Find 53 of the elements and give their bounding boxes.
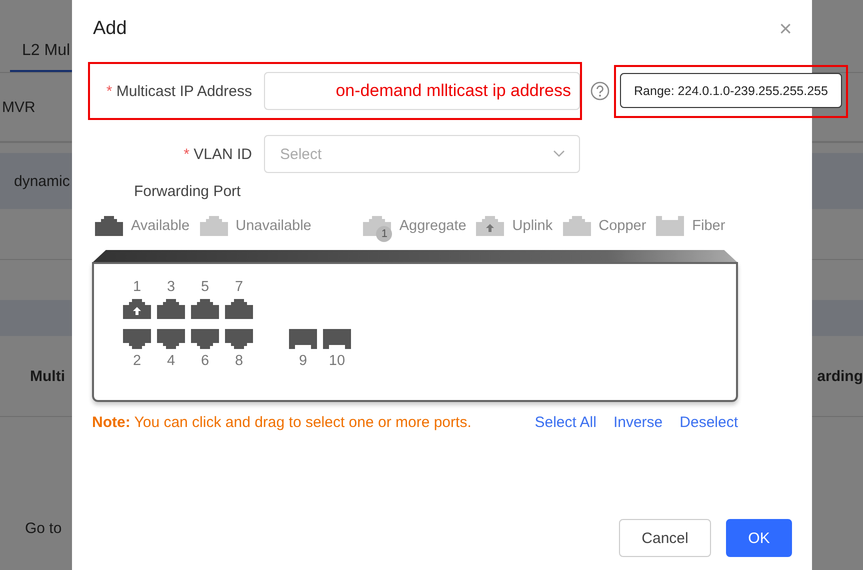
action-link[interactable]: Inverse [613, 414, 663, 431]
ethernet-port-icon[interactable] [123, 329, 151, 349]
ethernet-port-icon[interactable] [191, 329, 219, 349]
close-button[interactable]: × [779, 18, 792, 40]
legend-label: Copper [598, 218, 646, 234]
tooltip: Range: 224.0.1.0-239.255.255.255 [620, 73, 842, 108]
ethernet-port-icon[interactable] [191, 299, 219, 319]
port-number: 3 [166, 279, 176, 295]
legend-label: Unavailable [236, 218, 312, 234]
field-label: * VLAN ID [182, 146, 252, 162]
fiber-port-icon[interactable] [289, 329, 317, 349]
field-label: * Multicast IP Address [105, 82, 252, 100]
legend-label: Available [131, 218, 190, 234]
port-number: 9 [298, 353, 308, 369]
port-number: 5 [200, 279, 210, 295]
cancel-button[interactable]: Cancel [619, 519, 711, 557]
column-header: Multi [30, 368, 65, 384]
ethernet-port-icon[interactable] [225, 299, 253, 319]
banner-text: dynamic [14, 172, 70, 190]
legend-label: Aggregate [399, 218, 466, 234]
port-number: 8 [234, 353, 244, 369]
ethernet-port-icon [476, 216, 504, 236]
port-number: 6 [200, 353, 210, 369]
port-number: 4 [166, 353, 176, 369]
fiber-port-icon [656, 216, 684, 236]
port-number: 7 [234, 279, 244, 295]
ethernet-port-icon[interactable] [157, 299, 185, 319]
chevron-down-icon [553, 150, 565, 158]
port-number: 10 [328, 353, 346, 369]
legend-label: Fiber [692, 218, 726, 234]
help-icon[interactable] [590, 81, 610, 101]
count-badge: 1 [376, 226, 392, 242]
column-header: arding [817, 368, 863, 384]
ethernet-port-icon[interactable] [225, 329, 253, 349]
ok-button[interactable]: OK [726, 519, 792, 557]
ethernet-port-icon[interactable] [123, 299, 151, 319]
ethernet-port-icon [200, 216, 228, 236]
dialog-title: Add [93, 18, 127, 40]
table-text: Go to [25, 520, 62, 537]
legend-label: Uplink [512, 218, 553, 234]
action-link[interactable]: Select All [534, 414, 596, 431]
ethernet-port-icon [95, 216, 123, 236]
action-link[interactable]: Deselect [680, 414, 738, 431]
section-label: Forwarding Port [134, 183, 242, 200]
input-field[interactable]: on-demand mllticast ip address [264, 72, 580, 110]
page-subtab[interactable]: MVR [2, 98, 36, 116]
ethernet-port-icon [562, 216, 591, 236]
select-field[interactable]: Select [264, 135, 580, 173]
fiber-port-icon[interactable] [323, 329, 351, 349]
port-number: 1 [132, 279, 142, 295]
note-text: Note: You can click and drag to select one or more ports. [92, 414, 472, 431]
port-number: 2 [132, 353, 142, 369]
ethernet-port-icon[interactable] [157, 329, 185, 349]
